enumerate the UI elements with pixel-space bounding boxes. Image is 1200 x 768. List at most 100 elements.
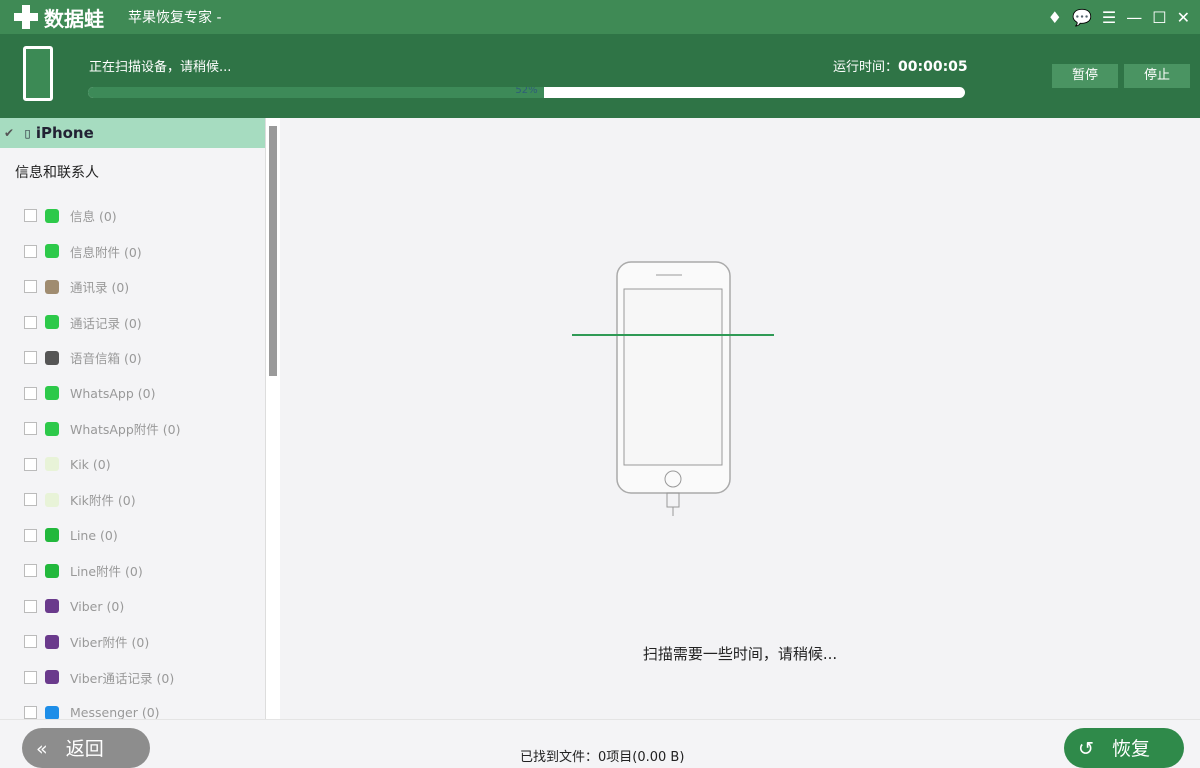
checkbox[interactable] — [24, 706, 37, 719]
pause-button[interactable]: 暂停 — [1052, 64, 1118, 88]
category-item[interactable]: 语音信箱 (0) — [0, 340, 265, 376]
category-label: 通讯录 (0) — [70, 280, 130, 296]
category-item[interactable]: Viber (0) — [0, 589, 265, 625]
runtime-label: 运行时间： — [833, 60, 899, 75]
maximize-icon[interactable]: ☐ — [1152, 8, 1166, 27]
runtime: 运行时间：00:00:05 — [833, 56, 968, 75]
category-label: 语音信箱 (0) — [70, 351, 142, 367]
checkbox[interactable] — [24, 422, 37, 436]
device-row[interactable]: ✔ ▯ iPhone — [0, 118, 265, 148]
app-title[interactable]: 苹果恢复专家 - — [128, 7, 222, 27]
category-label: Line (0) — [70, 527, 118, 543]
found-files-summary: 已找到文件：0项目(0.00 B) — [520, 750, 685, 765]
stop-button[interactable]: 停止 — [1124, 64, 1190, 88]
double-chevron-left-icon: « — [36, 738, 48, 760]
checkbox[interactable] — [24, 244, 37, 258]
category-icon — [45, 208, 59, 223]
checkbox[interactable] — [24, 670, 37, 684]
phone-icon: ▯ — [24, 126, 31, 140]
checkbox[interactable] — [24, 351, 37, 365]
recover-label: 恢复 — [1112, 738, 1151, 760]
minimize-icon[interactable]: — — [1126, 8, 1142, 27]
logo: 数据蛙 — [14, 3, 104, 32]
phone-scan-icon — [23, 46, 53, 101]
category-icon — [45, 705, 59, 719]
group-heading: 信息和联系人 — [15, 165, 99, 181]
checkbox[interactable] — [24, 599, 37, 613]
category-label: Viber通话记录 (0) — [70, 670, 175, 686]
back-button[interactable]: « 返回 — [22, 728, 150, 768]
logo-cross-icon — [14, 5, 38, 29]
category-icon — [45, 634, 59, 649]
category-icon — [45, 421, 59, 436]
close-icon[interactable]: ✕ — [1177, 8, 1190, 27]
category-label: Kik (0) — [70, 456, 111, 472]
chat-icon[interactable]: 💬 — [1072, 8, 1092, 27]
category-icon — [45, 457, 59, 472]
diamond-icon[interactable]: ♦ — [1048, 8, 1062, 27]
category-item[interactable]: Kik附件 (0) — [0, 482, 265, 518]
scan-area: 扫描需要一些时间，请稍候... — [280, 118, 1200, 719]
title-bar: 数据蛙 苹果恢复专家 - ♦ 💬 ☰ — ☐ ✕ — [0, 0, 1200, 34]
device-name: iPhone — [35, 124, 94, 142]
category-label: Line附件 (0) — [70, 564, 143, 580]
progress-bar: 52% — [88, 87, 965, 98]
recover-icon: ↺ — [1078, 738, 1094, 760]
checkbox[interactable] — [24, 528, 37, 542]
category-icon — [45, 563, 59, 578]
category-label: 信息附件 (0) — [70, 244, 142, 260]
category-item[interactable]: 信息附件 (0) — [0, 234, 265, 270]
checkbox-checked-icon[interactable]: ✔ — [4, 126, 14, 140]
category-item[interactable]: Viber附件 (0) — [0, 624, 265, 660]
category-icon — [45, 315, 59, 330]
category-label: WhatsApp附件 (0) — [70, 422, 181, 438]
checkbox[interactable] — [24, 457, 37, 471]
checkbox[interactable] — [24, 564, 37, 578]
category-item[interactable]: Line (0) — [0, 518, 265, 554]
category-label: Viber (0) — [70, 598, 125, 614]
feedback-icon[interactable]: ☰ — [1102, 8, 1116, 27]
category-item[interactable]: 通讯录 (0) — [0, 269, 265, 305]
category-icon — [45, 599, 59, 614]
category-icon — [45, 350, 59, 365]
category-item[interactable]: Line附件 (0) — [0, 553, 265, 589]
progress-label: 52% — [515, 87, 538, 96]
checkbox[interactable] — [24, 493, 37, 507]
brand-name: 数据蛙 — [44, 6, 104, 31]
category-item[interactable]: WhatsApp (0) — [0, 376, 265, 412]
checkbox[interactable] — [24, 209, 37, 223]
recover-button[interactable]: ↺ 恢复 — [1064, 728, 1184, 768]
checkbox[interactable] — [24, 315, 37, 329]
checkbox[interactable] — [24, 386, 37, 400]
category-sidebar: ✔ ▯ iPhone 信息和联系人 信息 (0) 信息附件 (0) 通讯录 (0) 通… — [0, 118, 266, 719]
category-icon — [45, 492, 59, 507]
category-item[interactable]: Viber通话记录 (0) — [0, 660, 265, 696]
category-icon — [45, 244, 59, 259]
category-item[interactable]: Messenger (0) — [0, 695, 265, 719]
category-icon — [45, 528, 59, 543]
phone-illustration — [572, 261, 774, 516]
category-label: 通话记录 (0) — [70, 315, 142, 331]
category-label: Messenger (0) — [70, 705, 160, 719]
category-label: 信息 (0) — [70, 209, 117, 225]
category-icon — [45, 670, 59, 685]
footer: « 返回 已找到文件：0项目(0.00 B) ↺ 恢复 — [0, 719, 1200, 768]
checkbox[interactable] — [24, 280, 37, 294]
category-label: Kik附件 (0) — [70, 493, 136, 509]
back-label: 返回 — [65, 738, 104, 760]
category-icon — [45, 386, 59, 401]
category-item[interactable]: 通话记录 (0) — [0, 305, 265, 341]
sidebar-scrollbar[interactable] — [266, 118, 280, 719]
scrollbar-thumb[interactable] — [269, 126, 277, 376]
scan-message: 扫描需要一些时间，请稍候... — [642, 645, 838, 663]
scan-header: 正在扫描设备，请稍候... 运行时间：00:00:05 52% 暂停 停止 — [0, 34, 1200, 118]
scan-status: 正在扫描设备，请稍候... — [89, 60, 232, 75]
category-item[interactable]: Kik (0) — [0, 447, 265, 483]
category-item[interactable]: WhatsApp附件 (0) — [0, 411, 265, 447]
category-icon — [45, 279, 59, 294]
runtime-value: 00:00:05 — [898, 59, 968, 75]
category-item[interactable]: 信息 (0) — [0, 198, 265, 234]
category-label: WhatsApp (0) — [70, 385, 156, 401]
category-label: Viber附件 (0) — [70, 635, 150, 651]
checkbox[interactable] — [24, 635, 37, 649]
